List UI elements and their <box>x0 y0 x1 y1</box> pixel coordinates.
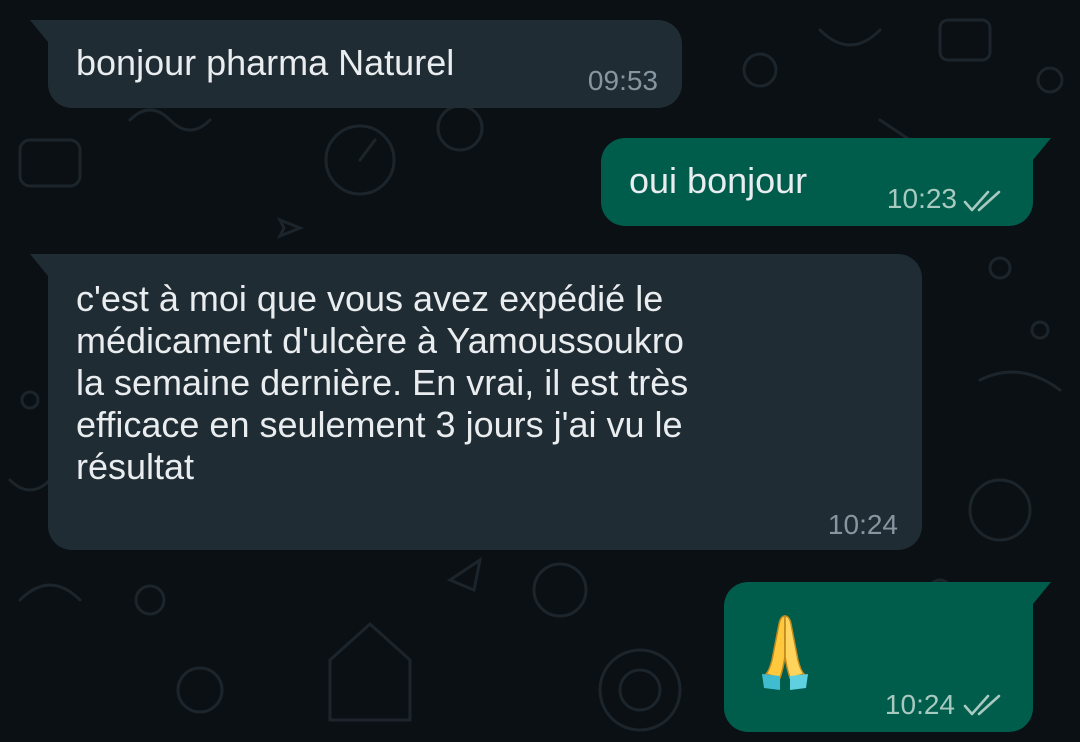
message-bubble-incoming[interactable]: c'est à moi que vous avez expédié le méd… <box>30 254 922 550</box>
message-text: oui bonjour <box>629 160 808 201</box>
message-text: c'est à moi que vous avez expédié le méd… <box>76 278 689 487</box>
message-timestamp: 10:24 <box>884 689 955 720</box>
message-bubble-outgoing[interactable]: oui bonjour 10:23 <box>601 138 1051 226</box>
message-timestamp: 10:23 <box>886 183 957 214</box>
bubble-tail <box>1033 138 1051 160</box>
double-check-icon <box>963 694 1001 716</box>
message-bubble-incoming[interactable]: bonjour pharma Naturel 09:53 <box>30 20 682 108</box>
message-timestamp: 09:53 <box>587 65 658 96</box>
bubble-tail <box>1033 582 1051 604</box>
folded-hands-emoji <box>762 615 808 690</box>
bubble-tail <box>30 20 48 42</box>
message-text: bonjour pharma Naturel <box>76 42 455 83</box>
double-check-icon <box>963 190 1001 212</box>
bubble-tail <box>30 254 48 276</box>
message-timestamp: 10:24 <box>827 509 898 540</box>
message-bubble-outgoing[interactable]: 10:24 <box>724 582 1051 732</box>
